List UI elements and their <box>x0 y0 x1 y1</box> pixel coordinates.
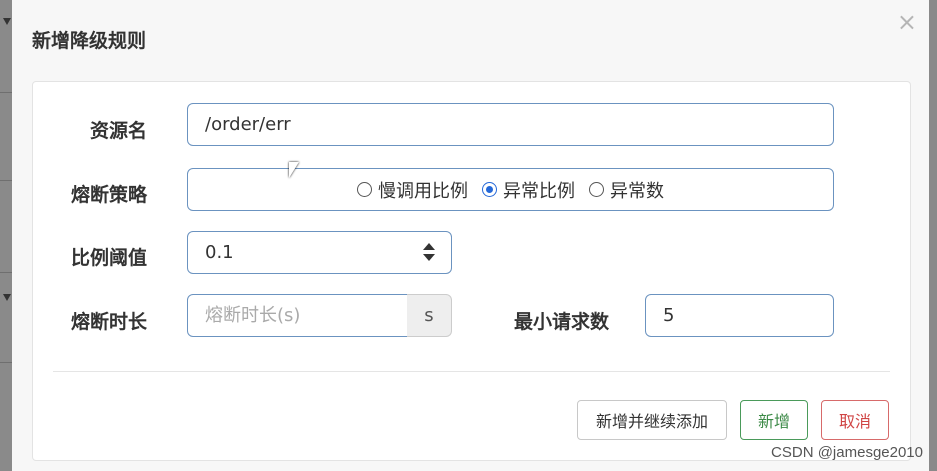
mouse-cursor-icon <box>289 162 299 178</box>
radio-checked-icon[interactable] <box>482 182 497 197</box>
cancel-button[interactable]: 取消 <box>821 400 889 440</box>
stepper-down-icon[interactable] <box>423 254 435 261</box>
min-requests-field[interactable] <box>645 294 834 337</box>
close-icon[interactable]: × <box>897 10 917 34</box>
strategy-label: 熔断策略 <box>70 184 147 206</box>
ratio-threshold-label: 比例阈值 <box>70 247 147 269</box>
radio-label: 慢调用比例 <box>378 180 468 202</box>
divider <box>0 92 12 93</box>
break-duration-field[interactable] <box>187 294 408 337</box>
resource-name-field[interactable] <box>187 103 834 146</box>
watermark: CSDN @jamesge2010 <box>771 444 923 461</box>
collapse-arrow-icon <box>3 294 11 301</box>
min-requests-label: 最小请求数 <box>513 311 609 333</box>
collapse-arrow-icon <box>3 18 11 25</box>
divider <box>0 362 12 363</box>
background-page-strip-right <box>929 0 937 471</box>
divider <box>0 272 12 273</box>
radio-slow-call-ratio[interactable]: 慢调用比例 <box>357 177 468 203</box>
strategy-radio-group: 慢调用比例 异常比例 异常数 <box>187 168 834 211</box>
ratio-threshold-field[interactable] <box>187 231 452 274</box>
form-panel: 资源名 熔断策略 慢调用比例 异常比例 异常数 比例阈值 <box>32 81 911 461</box>
divider <box>0 180 12 181</box>
unit-addon: s <box>407 294 452 337</box>
ratio-threshold-input[interactable] <box>205 242 451 263</box>
number-stepper-icon[interactable] <box>423 243 435 263</box>
add-and-continue-button[interactable]: 新增并继续添加 <box>577 400 727 440</box>
radio-label: 异常数 <box>610 180 664 202</box>
break-duration-input[interactable] <box>205 305 407 326</box>
stepper-up-icon[interactable] <box>423 243 435 250</box>
add-button[interactable]: 新增 <box>740 400 808 440</box>
radio-exception-ratio[interactable]: 异常比例 <box>482 177 575 203</box>
resource-name-input[interactable] <box>205 114 833 135</box>
radio-unchecked-icon[interactable] <box>357 182 372 197</box>
radio-exception-count[interactable]: 异常数 <box>589 177 664 203</box>
radio-label: 异常比例 <box>503 180 575 202</box>
resource-name-label: 资源名 <box>89 120 147 142</box>
add-degrade-rule-dialog: 新增降级规则 × 资源名 熔断策略 慢调用比例 异常比例 异常数 比例阈值 <box>12 0 929 471</box>
form-divider <box>53 371 890 372</box>
dialog-title: 新增降级规则 <box>32 30 147 52</box>
radio-unchecked-icon[interactable] <box>589 182 604 197</box>
background-page-strip <box>0 0 12 471</box>
break-duration-label: 熔断时长 <box>70 311 147 333</box>
min-requests-input[interactable] <box>663 305 833 326</box>
